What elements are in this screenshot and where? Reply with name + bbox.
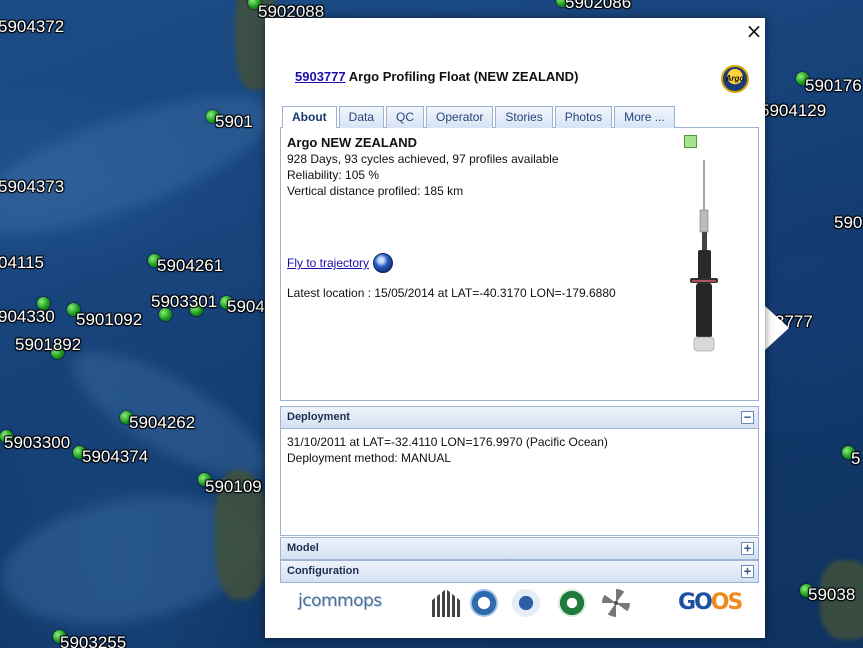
float-label[interactable]: 904330	[0, 308, 55, 325]
configuration-expand-button[interactable]: +	[741, 565, 754, 578]
model-section-header[interactable]: Model +	[280, 537, 759, 560]
float-label[interactable]: 5904	[227, 298, 265, 315]
ioc-logo-icon[interactable]	[470, 589, 498, 617]
float-label[interactable]: 5904129	[760, 102, 826, 119]
deployment-collapse-button[interactable]: −	[741, 411, 754, 424]
model-title: Model	[287, 542, 319, 554]
float-label[interactable]: 5901092	[76, 311, 142, 328]
float-label[interactable]: 5901	[215, 113, 253, 130]
deployment-method: Deployment method: MANUAL	[287, 451, 452, 465]
float-label[interactable]: 5903255	[60, 634, 126, 648]
float-label[interactable]: 590176	[805, 77, 862, 94]
deployment-panel: 31/10/2011 at LAT=-32.4110 LON=176.9970 …	[280, 429, 759, 536]
tab-about[interactable]: About	[282, 106, 337, 129]
fly-to-trajectory-label[interactable]: Fly to trajectory	[287, 256, 369, 270]
goos-logo[interactable]: GOOS	[678, 590, 743, 615]
partner-logos: jcommops GOOS	[280, 586, 759, 622]
deployment-date-location: 31/10/2011 at LAT=-32.4110 LON=176.9970 …	[287, 435, 608, 449]
fly-to-trajectory-link[interactable]: Fly to trajectory	[287, 253, 394, 273]
tab-operator[interactable]: Operator	[426, 106, 494, 128]
goos-letter: G	[678, 590, 696, 615]
latest-location-text: Latest location : 15/05/2014 at LAT=-40.…	[287, 286, 616, 300]
float-label[interactable]: 590109	[205, 478, 262, 495]
float-image	[690, 160, 718, 352]
float-label[interactable]: 5903301	[151, 293, 217, 310]
balloon-pointer	[765, 306, 789, 350]
jcommops-logo[interactable]: jcommops	[298, 591, 382, 611]
status-indicator-icon	[684, 135, 697, 148]
tab-data[interactable]: Data	[338, 106, 385, 128]
float-id-link[interactable]: 5903777	[295, 69, 346, 84]
float-label[interactable]: 5904373	[0, 178, 64, 195]
unesco-logo-icon[interactable]	[432, 589, 460, 617]
info-balloon: × 5903777 Argo Profiling Float (NEW ZEAL…	[265, 18, 765, 638]
tab-qc[interactable]: QC	[386, 106, 425, 128]
argo-logo-icon: Argo	[721, 65, 749, 93]
float-label[interactable]: 5902086	[565, 0, 631, 11]
balloon-title-text: Argo Profiling Float (NEW ZEALAND)	[345, 69, 579, 84]
model-expand-button[interactable]: +	[741, 542, 754, 555]
float-label[interactable]: 5904261	[157, 257, 223, 274]
float-label[interactable]: 5903300	[4, 434, 70, 451]
about-text: Argo NEW ZEALAND 928 Days, 93 cycles ach…	[287, 135, 559, 199]
tab-photos[interactable]: Photos	[554, 106, 613, 128]
google-earth-icon[interactable]	[373, 253, 394, 273]
cycles-summary: 928 Days, 93 cycles achieved, 97 profile…	[287, 152, 559, 166]
about-panel: Argo NEW ZEALAND 928 Days, 93 cycles ach…	[280, 128, 759, 401]
configuration-section-header[interactable]: Configuration +	[280, 560, 759, 583]
float-label[interactable]: 5904262	[129, 414, 195, 431]
float-label[interactable]: 5	[851, 450, 860, 467]
configuration-title: Configuration	[287, 565, 360, 577]
tab-more[interactable]: More ...	[614, 106, 675, 128]
float-label[interactable]: 590	[834, 214, 862, 231]
float-label[interactable]: 04115	[0, 254, 44, 271]
close-button[interactable]: ×	[745, 21, 763, 41]
vertical-distance-text: Vertical distance profiled: 185 km	[287, 184, 464, 198]
unep-logo-icon[interactable]	[558, 589, 586, 617]
program-heading: Argo NEW ZEALAND	[287, 135, 417, 150]
wmo-logo-icon[interactable]	[512, 589, 540, 617]
float-label[interactable]: 59038	[808, 586, 855, 603]
tab-bar: About Data QC Operator Stories Photos Mo…	[280, 104, 759, 129]
balloon-title: 5903777 Argo Profiling Float (NEW ZEALAN…	[295, 69, 578, 84]
float-label[interactable]: 5904372	[0, 18, 64, 35]
float-label[interactable]: 5901892	[15, 336, 81, 353]
deployment-section-header[interactable]: Deployment −	[280, 406, 759, 429]
goos-letter: O	[694, 590, 713, 615]
compass-logo-icon[interactable]	[602, 589, 630, 617]
reliability-text: Reliability: 105 %	[287, 168, 380, 182]
deployment-title: Deployment	[287, 411, 350, 423]
tab-stories[interactable]: Stories	[495, 106, 553, 128]
float-label[interactable]: 5904374	[82, 448, 148, 465]
goos-letter: O	[710, 590, 730, 615]
goos-letter: S	[727, 590, 743, 615]
